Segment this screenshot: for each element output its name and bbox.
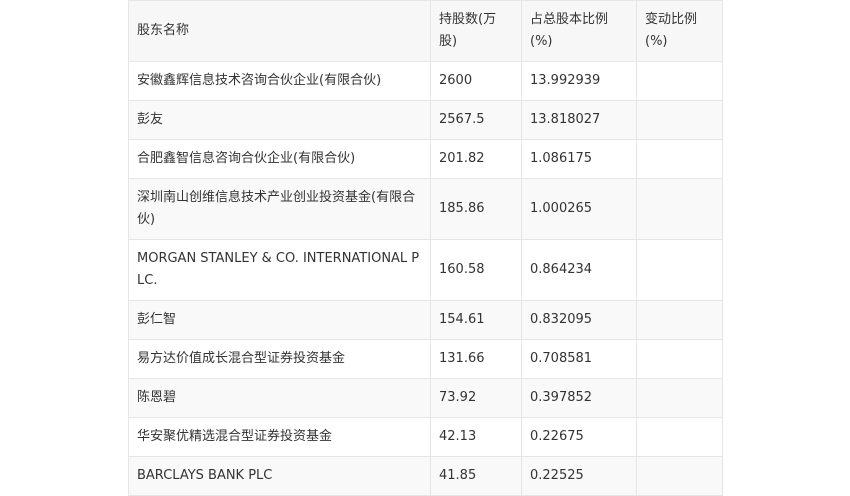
shareholder-table: 股东名称 持股数(万股) 占总股本比例(%) 变动比例(%) 安徽鑫辉信息技术咨… [128, 0, 723, 496]
cell-ratio: 0.864234 [521, 239, 637, 301]
cell-shareholder-name: 华安聚优精选混合型证券投资基金 [128, 417, 431, 457]
cell-change-ratio [636, 239, 723, 301]
cell-ratio: 1.000265 [521, 178, 637, 240]
cell-ratio: 0.832095 [521, 300, 637, 340]
cell-ratio: 1.086175 [521, 139, 637, 179]
cell-shareholder-name: 安徽鑫辉信息技术咨询合伙企业(有限合伙) [128, 61, 431, 101]
cell-shareholder-name: 彭友 [128, 100, 431, 140]
cell-change-ratio [636, 139, 723, 179]
table-row: 华安聚优精选混合型证券投资基金 42.13 0.22675 [128, 417, 723, 457]
cell-shares: 73.92 [430, 378, 522, 418]
cell-shares: 2600 [430, 61, 522, 101]
header-change-ratio: 变动比例(%) [636, 0, 723, 62]
cell-shareholder-name: 易方达价值成长混合型证券投资基金 [128, 339, 431, 379]
cell-shareholder-name: 彭仁智 [128, 300, 431, 340]
cell-shares: 131.66 [430, 339, 522, 379]
cell-change-ratio [636, 339, 723, 379]
cell-shareholder-name: 合肥鑫智信息咨询合伙企业(有限合伙) [128, 139, 431, 179]
cell-change-ratio [636, 456, 723, 496]
header-row: 股东名称 持股数(万股) 占总股本比例(%) 变动比例(%) [128, 0, 723, 62]
table-header: 股东名称 持股数(万股) 占总股本比例(%) 变动比例(%) [128, 0, 723, 62]
cell-ratio: 0.708581 [521, 339, 637, 379]
cell-shares: 42.13 [430, 417, 522, 457]
cell-ratio: 0.22675 [521, 417, 637, 457]
table-row: 易方达价值成长混合型证券投资基金 131.66 0.708581 [128, 339, 723, 379]
table-row: MORGAN STANLEY & CO. INTERNATIONAL PLC. … [128, 239, 723, 301]
cell-change-ratio [636, 61, 723, 101]
cell-shares: 2567.5 [430, 100, 522, 140]
header-shares: 持股数(万股) [430, 0, 522, 62]
table-row: 陈恩碧 73.92 0.397852 [128, 378, 723, 418]
cell-ratio: 13.818027 [521, 100, 637, 140]
cell-shares: 160.58 [430, 239, 522, 301]
cell-shares: 154.61 [430, 300, 522, 340]
cell-change-ratio [636, 300, 723, 340]
cell-change-ratio [636, 178, 723, 240]
cell-ratio: 13.992939 [521, 61, 637, 101]
cell-shareholder-name: 深圳南山创维信息技术产业创业投资基金(有限合伙) [128, 178, 431, 240]
cell-ratio: 0.397852 [521, 378, 637, 418]
cell-shares: 41.85 [430, 456, 522, 496]
cell-shares: 201.82 [430, 139, 522, 179]
table-row: 彭友 2567.5 13.818027 [128, 100, 723, 140]
header-ratio: 占总股本比例(%) [521, 0, 637, 62]
cell-shareholder-name: MORGAN STANLEY & CO. INTERNATIONAL PLC. [128, 239, 431, 301]
cell-change-ratio [636, 417, 723, 457]
cell-shareholder-name: BARCLAYS BANK PLC [128, 456, 431, 496]
shareholder-table-container: 股东名称 持股数(万股) 占总股本比例(%) 变动比例(%) 安徽鑫辉信息技术咨… [128, 0, 723, 496]
table-row: 安徽鑫辉信息技术咨询合伙企业(有限合伙) 2600 13.992939 [128, 61, 723, 101]
table-row: BARCLAYS BANK PLC 41.85 0.22525 [128, 456, 723, 496]
cell-ratio: 0.22525 [521, 456, 637, 496]
cell-change-ratio [636, 100, 723, 140]
table-row: 彭仁智 154.61 0.832095 [128, 300, 723, 340]
header-shareholder-name: 股东名称 [128, 0, 431, 62]
cell-shareholder-name: 陈恩碧 [128, 378, 431, 418]
cell-change-ratio [636, 378, 723, 418]
cell-shares: 185.86 [430, 178, 522, 240]
table-body: 安徽鑫辉信息技术咨询合伙企业(有限合伙) 2600 13.992939 彭友 2… [128, 61, 723, 496]
table-row: 合肥鑫智信息咨询合伙企业(有限合伙) 201.82 1.086175 [128, 139, 723, 179]
table-row: 深圳南山创维信息技术产业创业投资基金(有限合伙) 185.86 1.000265 [128, 178, 723, 240]
